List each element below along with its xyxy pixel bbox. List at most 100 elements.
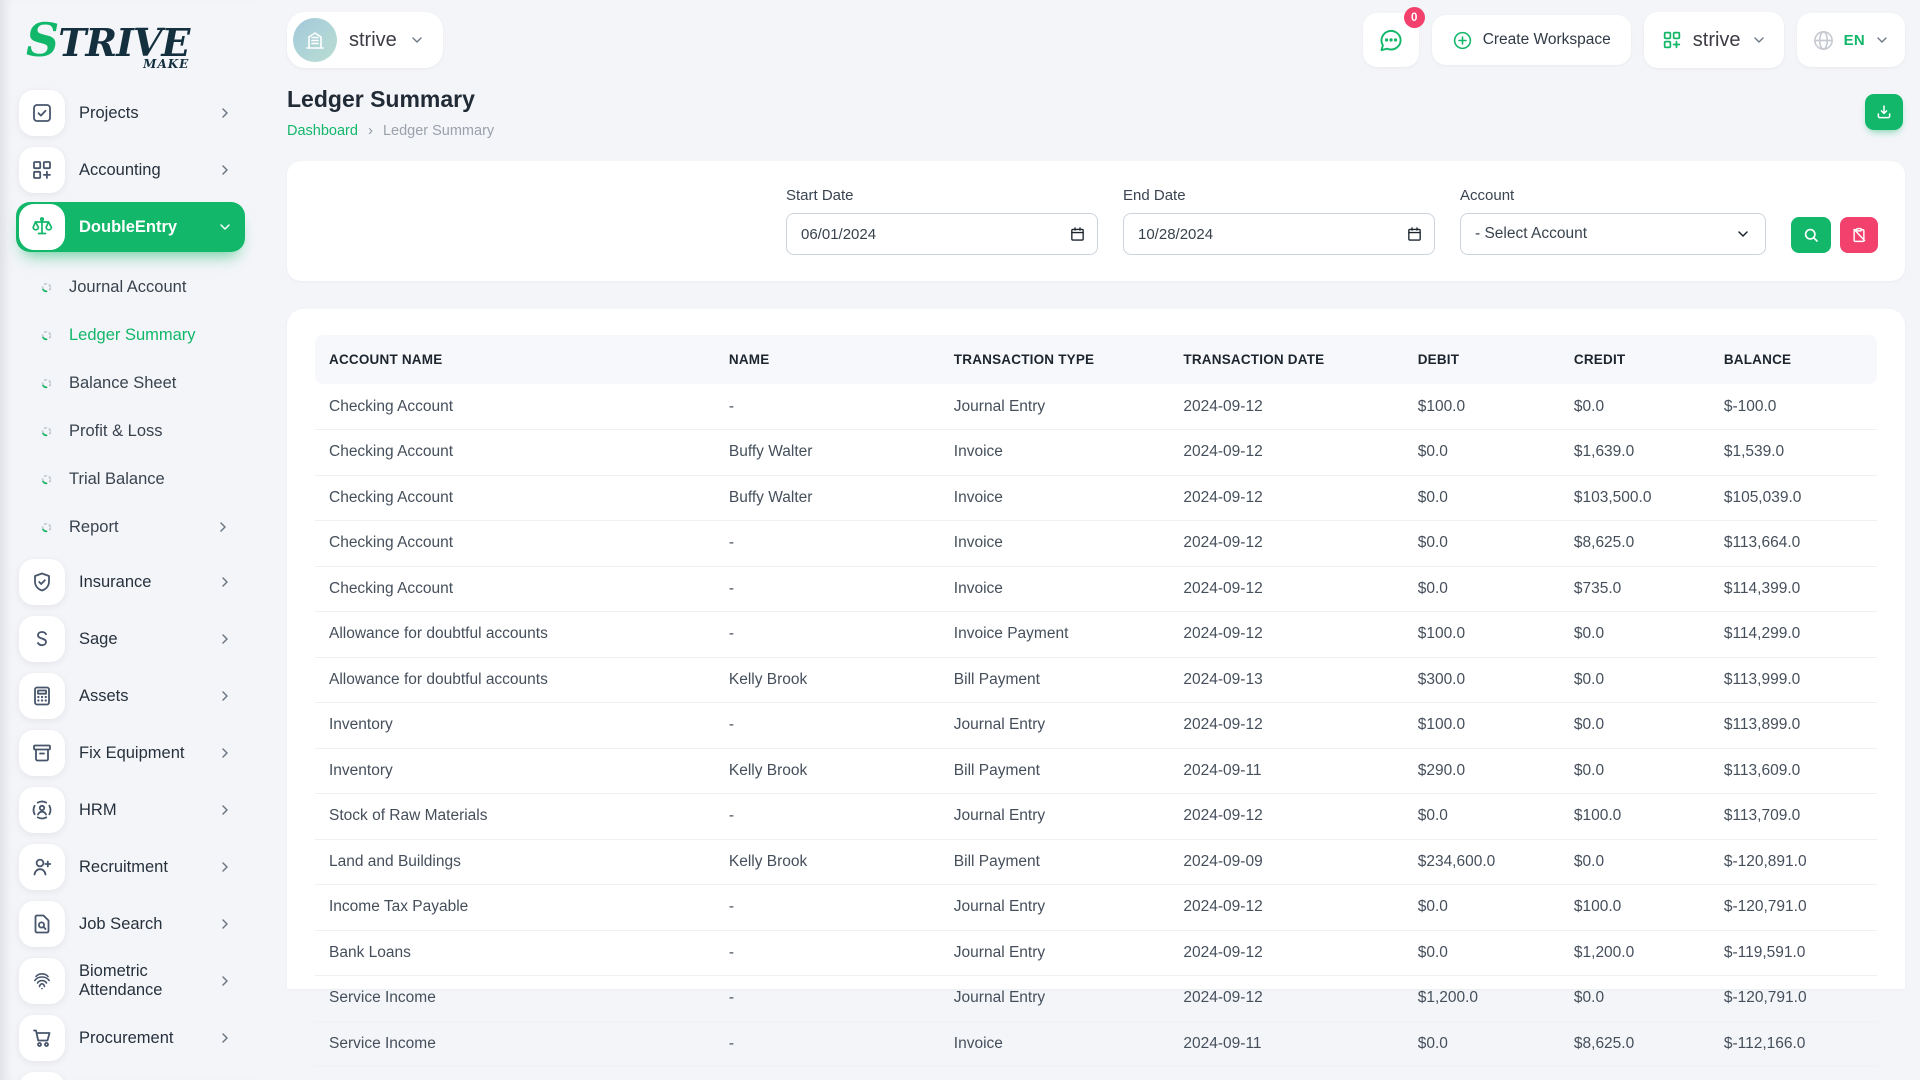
sidebar-subitem-profit-loss[interactable]: Profit & Loss [16,407,245,455]
calculator-icon [19,673,65,719]
cell-account-name: Service Income [315,1021,715,1067]
cell-debit: $100.0 [1403,384,1560,430]
sidebar-item-accounting[interactable]: Accounting [16,145,245,195]
workspace-selector[interactable]: strive [287,12,443,68]
table-row[interactable]: Land and Buildings Kelly Brook Bill Paymen… [315,839,1877,885]
sidebar-subitem-trial-balance[interactable]: Trial Balance [16,455,245,503]
cell-name: Kelly Brook [714,657,940,703]
sidebar-item-projects[interactable]: Projects [16,88,245,138]
cell-transaction-type: Invoice [939,566,1170,612]
end-date-label: End Date [1123,187,1186,204]
sidebar-item-recruitment[interactable]: Recruitment [16,842,245,892]
cell-credit: $0.0 [1559,611,1710,658]
start-date-input[interactable] [786,213,1098,255]
table-row[interactable]: Income Tax Payable - Journal Entry 2024-09-… [315,884,1877,931]
chevron-right-icon [217,162,233,178]
end-date-input[interactable] [1123,213,1435,255]
plus-circle-icon [1452,30,1473,51]
cell-name: - [714,793,940,840]
table-row[interactable]: Service Income - Journal Entry 2024-09-12 $1… [315,975,1877,1022]
table-row[interactable]: Checking Account - Invoice 2024-09-12 $0.0 $7… [315,566,1877,612]
page-title: Ledger Summary [287,86,475,112]
search-button[interactable] [1791,216,1831,253]
start-date-field: Start Date [786,187,1098,255]
table-row[interactable]: Checking Account Buffy Walter Invoice 2024-… [315,429,1877,476]
table-row[interactable]: Checking Account - Invoice 2024-09-12 $0.0 $8… [315,520,1877,567]
column-header-transaction-date: TRANSACTION DATE [1169,335,1404,384]
cell-balance: $113,609.0 [1709,748,1877,794]
cell-account-name: Checking Account [315,429,715,476]
chat-button[interactable]: 0 [1362,7,1425,67]
sidebar-item-fix-equipment[interactable]: Fix Equipment [16,728,245,778]
sidebar-subitem-label: Trial Balance [69,469,165,488]
language-selector[interactable]: EN [1796,13,1905,67]
reset-filter-button[interactable] [1840,216,1878,253]
cell-transaction-type: Invoice [939,429,1170,476]
table-row[interactable]: Checking Account - Journal Entry 2024-09-12… [315,384,1877,430]
sidebar-item-label: DoubleEntry [79,217,178,236]
sidebar-item-job-search[interactable]: Job Search [16,899,245,949]
table-row[interactable]: Allowance for doubtful accounts Kelly Bro… [315,657,1877,703]
sidebar-subitem-label: Report [69,517,119,536]
sidebar-item-hrm[interactable]: HRM [16,785,245,835]
sidebar-subitem-ledger-summary[interactable]: Ledger Summary [16,311,245,359]
sidebar-item-label: Recruitment [79,857,168,876]
sidebar-subitem-label: Journal Account [69,277,187,296]
cell-transaction-date: 2024-09-12 [1169,475,1404,521]
table-row[interactable]: Inventory - Journal Entry 2024-09-12 $100.0 $… [315,702,1877,749]
cell-credit: $0.0 [1559,975,1710,1022]
filter-card: Start Date End Date Account - Select Acc… [287,161,1905,281]
chevron-down-icon [1874,32,1890,48]
cell-credit: $0.0 [1559,748,1710,794]
cell-account-name: Checking Account [315,566,715,612]
account-select[interactable]: - Select Account [1460,213,1766,255]
sidebar-subitem-journal-account[interactable]: Journal Account [16,263,245,311]
cell-debit: $0.0 [1403,884,1560,931]
account-label: Account [1460,187,1515,204]
table-row[interactable]: Bank Loans - Journal Entry 2024-09-12 $0.0 $1… [315,930,1877,976]
cell-credit: $0.0 [1559,839,1710,885]
cell-transaction-type: Journal Entry [939,384,1170,430]
cell-name: - [714,975,940,1022]
sidebar-item-biometric-attendance[interactable]: Biometric Attendance [16,956,245,1006]
export-download-button[interactable] [1865,94,1903,130]
sidebar-subitem-report[interactable]: Report [16,503,245,551]
cell-transaction-date: 2024-09-12 [1169,975,1404,1022]
cell-debit: $0.0 [1403,1021,1560,1067]
table-row[interactable]: Allowance for doubtful accounts - Invoice … [315,611,1877,658]
table-row[interactable]: Inventory Kelly Brook Bill Payment 2024-09-… [315,748,1877,794]
app-window: STRIVE MAKE Projects Accounting DoubleEntr… [0,0,1920,1080]
dashed-circle-icon [41,282,52,293]
user-plus-icon [19,844,65,890]
chevron-down-icon [217,219,233,235]
chevron-right-icon: › [367,122,373,139]
start-date-label: Start Date [786,187,854,204]
fingerprint-icon [19,958,65,1004]
dashed-circle-icon [41,474,52,485]
cell-account-name: Inventory [315,748,715,794]
table-row[interactable]: Service Income - Invoice 2024-09-11 $0.0 $8,6… [315,1021,1877,1067]
create-workspace-button[interactable]: Create Workspace [1431,15,1631,65]
dashed-circle-icon [41,522,52,533]
sidebar-subitem-balance-sheet[interactable]: Balance Sheet [16,359,245,407]
table-row[interactable]: Checking Account Buffy Walter Invoice 2024-… [315,475,1877,521]
cell-account-name: Land and Buildings [315,839,715,885]
cell-credit: $0.0 [1559,657,1710,703]
cell-balance: $113,999.0 [1709,657,1877,703]
check-square-icon [19,90,65,136]
shield-check-icon [19,559,65,605]
sidebar-item-label: HRM [79,800,117,819]
org-selector[interactable]: strive [1643,12,1784,68]
sidebar-item-procurement[interactable]: Procurement [16,1013,245,1063]
cell-transaction-type: Invoice [939,475,1170,521]
main-area: strive 0 Create Workspace strive EN Ledg… [257,0,1920,1080]
sidebar-item-pos[interactable]: POS [16,1070,245,1080]
breadcrumb-dashboard-link[interactable]: Dashboard [287,123,358,139]
sidebar-item-sage[interactable]: Sage [16,614,245,664]
sidebar-item-insurance[interactable]: Insurance [16,557,245,607]
cell-credit: $0.0 [1559,384,1710,430]
cell-transaction-type: Bill Payment [939,839,1170,885]
table-row[interactable]: Stock of Raw Materials - Journal Entry 2024… [315,793,1877,840]
sidebar-item-doubleentry[interactable]: DoubleEntry [16,202,245,252]
sidebar-item-assets[interactable]: Assets [16,671,245,721]
